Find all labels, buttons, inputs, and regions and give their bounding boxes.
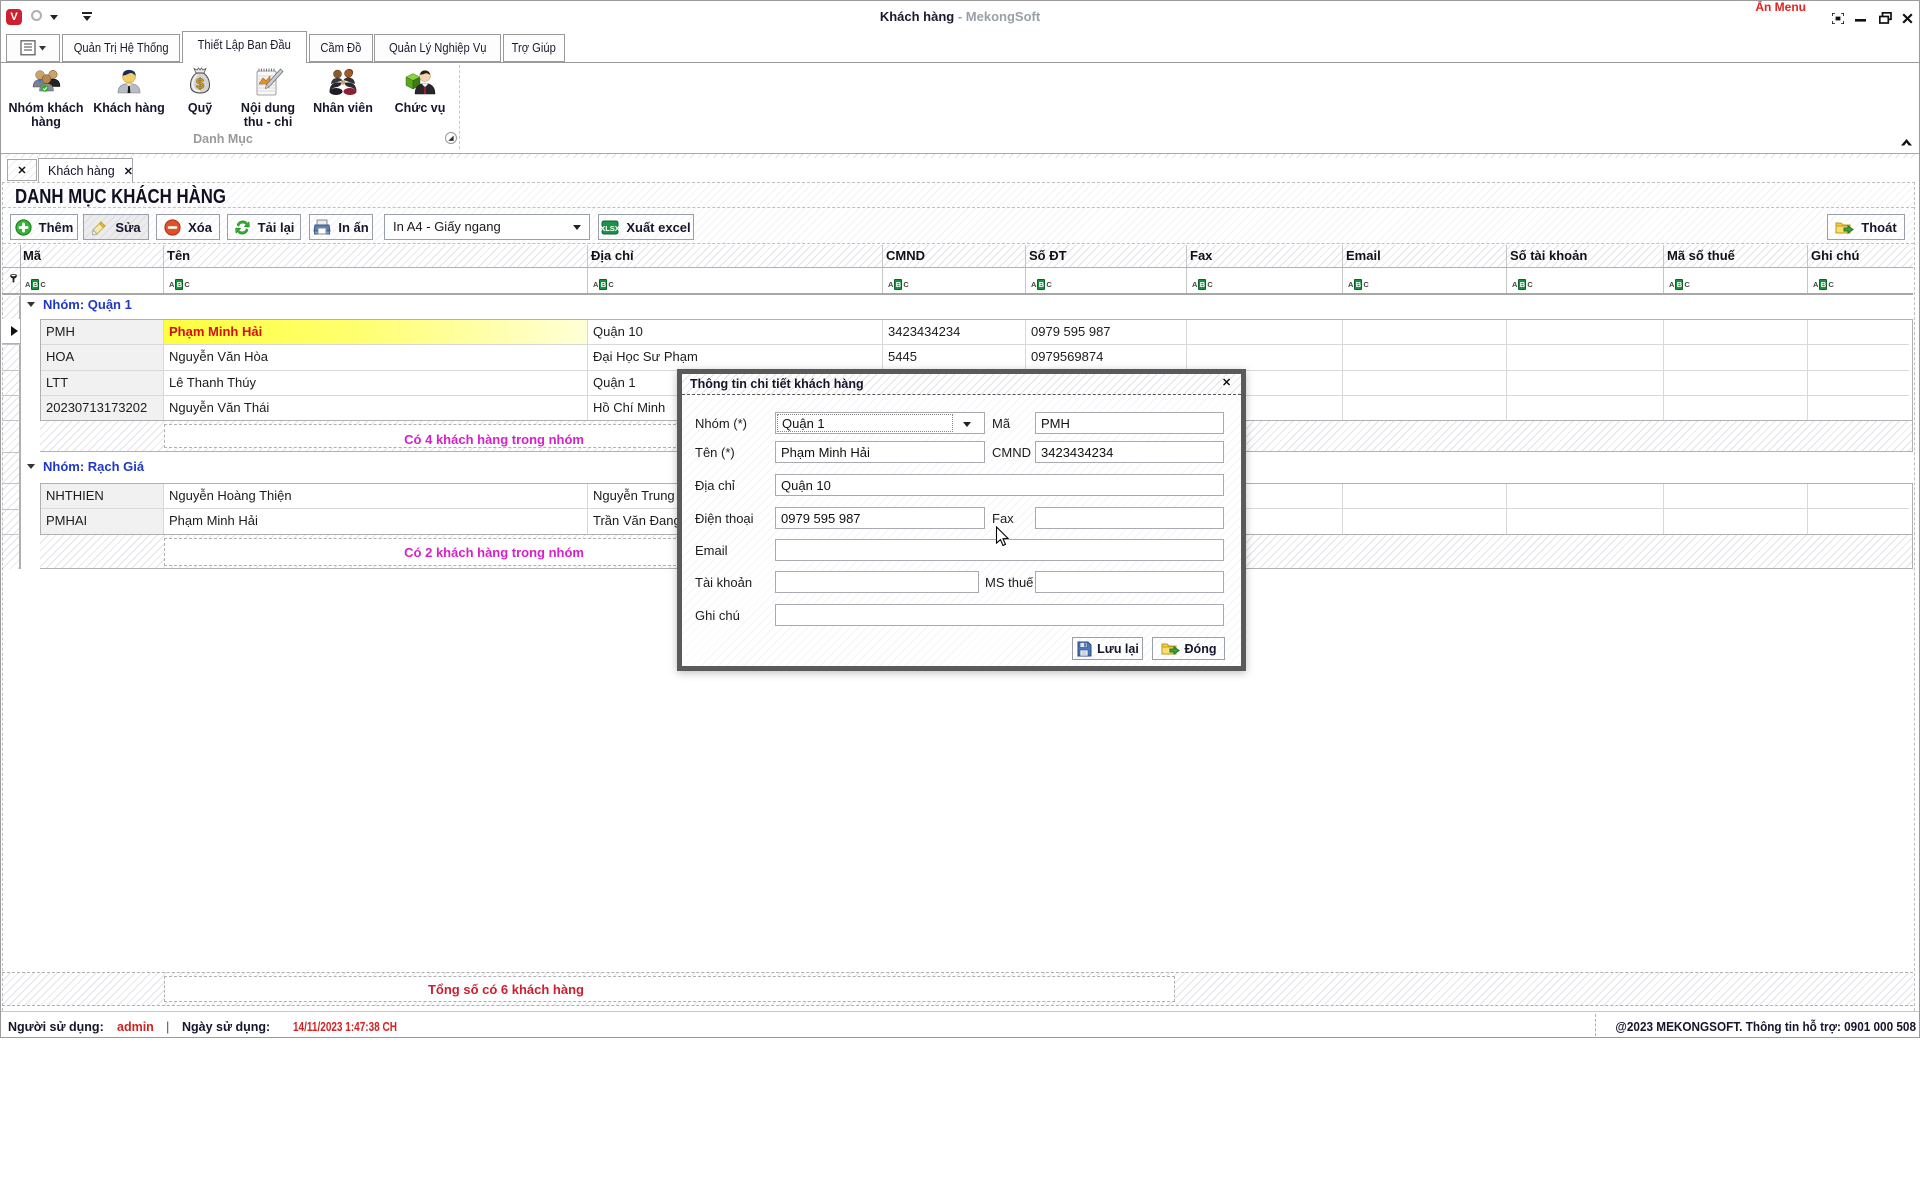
svg-text:$: $	[196, 76, 205, 93]
svg-text:XLSX: XLSX	[601, 224, 619, 233]
